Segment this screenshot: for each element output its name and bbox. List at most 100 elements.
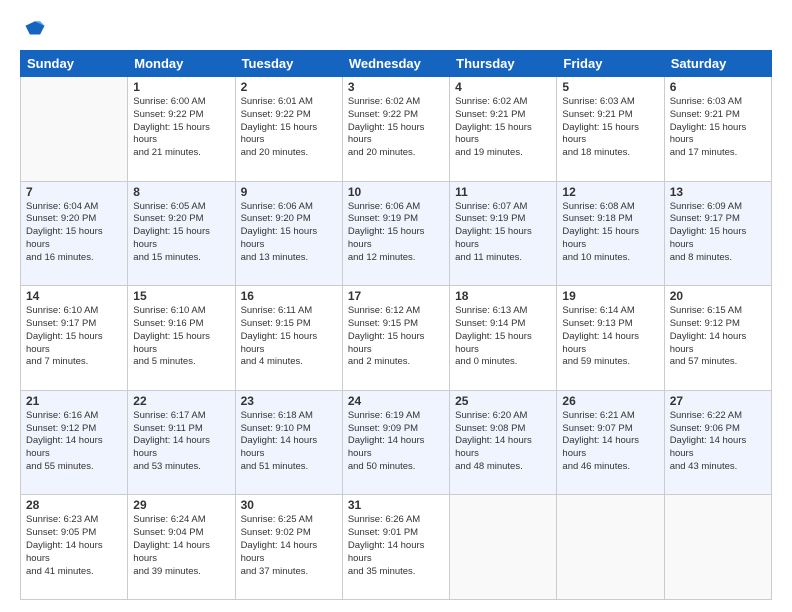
sunset-text: Sunset: 9:22 PM	[133, 109, 203, 120]
calendar-cell	[450, 495, 557, 600]
daylight-text: Daylight: 14 hours hours	[133, 540, 210, 564]
day-info: Sunrise: 6:09 AMSunset: 9:17 PMDaylight:…	[670, 201, 766, 265]
day-number: 27	[670, 394, 766, 408]
col-header-monday: Monday	[128, 51, 235, 77]
daylight-continued: and 59 minutes.	[562, 356, 630, 367]
day-info: Sunrise: 6:16 AMSunset: 9:12 PMDaylight:…	[26, 410, 122, 474]
day-number: 5	[562, 80, 658, 94]
calendar-cell: 14Sunrise: 6:10 AMSunset: 9:17 PMDayligh…	[21, 286, 128, 391]
calendar-cell: 20Sunrise: 6:15 AMSunset: 9:12 PMDayligh…	[664, 286, 771, 391]
calendar-table: SundayMondayTuesdayWednesdayThursdayFrid…	[20, 50, 772, 600]
day-info: Sunrise: 6:17 AMSunset: 9:11 PMDaylight:…	[133, 410, 229, 474]
calendar-cell: 2 Sunrise: 6:01 AMSunset: 9:22 PMDaylight…	[235, 77, 342, 182]
logo-icon	[24, 18, 46, 40]
daylight-continued: and 21 minutes.	[133, 147, 201, 158]
calendar-cell	[664, 495, 771, 600]
day-info: Sunrise: 6:08 AMSunset: 9:18 PMDaylight:…	[562, 201, 658, 265]
calendar-week-row: 14Sunrise: 6:10 AMSunset: 9:17 PMDayligh…	[21, 286, 772, 391]
col-header-tuesday: Tuesday	[235, 51, 342, 77]
daylight-text: Daylight: 15 hours hours	[670, 122, 747, 146]
calendar-week-row: 1Sunrise: 6:00 AMSunset: 9:22 PMDaylight…	[21, 77, 772, 182]
day-info: Sunrise: 6:06 AMSunset: 9:19 PMDaylight:…	[348, 201, 444, 265]
daylight-continued: and 10 minutes.	[562, 252, 630, 263]
day-number: 2	[241, 80, 337, 94]
sunset-text: Sunset: 9:17 PM	[26, 318, 96, 329]
col-header-friday: Friday	[557, 51, 664, 77]
day-number: 21	[26, 394, 122, 408]
day-info: Sunrise: 6:10 AMSunset: 9:16 PMDaylight:…	[133, 305, 229, 369]
calendar-cell: 26Sunrise: 6:21 AMSunset: 9:07 PMDayligh…	[557, 390, 664, 495]
sunset-text: Sunset: 9:19 PM	[455, 213, 525, 224]
daylight-continued: and 50 minutes.	[348, 461, 416, 472]
calendar-cell: 13Sunrise: 6:09 AMSunset: 9:17 PMDayligh…	[664, 181, 771, 286]
daylight-text: Daylight: 15 hours hours	[133, 122, 210, 146]
day-number: 7	[26, 185, 122, 199]
daylight-text: Daylight: 15 hours hours	[455, 226, 532, 250]
daylight-text: Daylight: 15 hours hours	[455, 122, 532, 146]
daylight-text: Daylight: 15 hours hours	[348, 226, 425, 250]
daylight-continued: and 39 minutes.	[133, 566, 201, 577]
daylight-text: Daylight: 14 hours hours	[562, 435, 639, 459]
daylight-text: Daylight: 14 hours hours	[670, 435, 747, 459]
day-number: 12	[562, 185, 658, 199]
day-info: Sunrise: 6:18 AMSunset: 9:10 PMDaylight:…	[241, 410, 337, 474]
sunset-text: Sunset: 9:11 PM	[133, 423, 203, 434]
daylight-text: Daylight: 14 hours hours	[562, 331, 639, 355]
day-number: 6	[670, 80, 766, 94]
daylight-continued: and 17 minutes.	[670, 147, 738, 158]
day-number: 8	[133, 185, 229, 199]
daylight-text: Daylight: 15 hours hours	[133, 331, 210, 355]
sunrise-text: Sunrise: 6:13 AM	[455, 305, 527, 316]
day-info: Sunrise: 6:19 AMSunset: 9:09 PMDaylight:…	[348, 410, 444, 474]
day-info: Sunrise: 6:01 AMSunset: 9:22 PMDaylight:…	[241, 96, 337, 160]
sunrise-text: Sunrise: 6:20 AM	[455, 410, 527, 421]
calendar-cell: 22Sunrise: 6:17 AMSunset: 9:11 PMDayligh…	[128, 390, 235, 495]
daylight-continued: and 35 minutes.	[348, 566, 416, 577]
day-info: Sunrise: 6:03 AMSunset: 9:21 PMDaylight:…	[670, 96, 766, 160]
daylight-continued: and 8 minutes.	[670, 252, 732, 263]
sunrise-text: Sunrise: 6:04 AM	[26, 201, 98, 212]
day-info: Sunrise: 6:02 AMSunset: 9:22 PMDaylight:…	[348, 96, 444, 160]
daylight-text: Daylight: 15 hours hours	[26, 331, 103, 355]
sunrise-text: Sunrise: 6:17 AM	[133, 410, 205, 421]
sunset-text: Sunset: 9:06 PM	[670, 423, 740, 434]
sunset-text: Sunset: 9:18 PM	[562, 213, 632, 224]
day-number: 25	[455, 394, 551, 408]
sunrise-text: Sunrise: 6:10 AM	[26, 305, 98, 316]
calendar-cell: 30Sunrise: 6:25 AMSunset: 9:02 PMDayligh…	[235, 495, 342, 600]
calendar-week-row: 28Sunrise: 6:23 AMSunset: 9:05 PMDayligh…	[21, 495, 772, 600]
day-info: Sunrise: 6:12 AMSunset: 9:15 PMDaylight:…	[348, 305, 444, 369]
daylight-text: Daylight: 14 hours hours	[348, 540, 425, 564]
daylight-text: Daylight: 15 hours hours	[241, 122, 318, 146]
daylight-continued: and 20 minutes.	[348, 147, 416, 158]
daylight-continued: and 43 minutes.	[670, 461, 738, 472]
sunrise-text: Sunrise: 6:09 AM	[670, 201, 742, 212]
calendar-cell: 7 Sunrise: 6:04 AMSunset: 9:20 PMDaylight…	[21, 181, 128, 286]
calendar-cell: 3 Sunrise: 6:02 AMSunset: 9:22 PMDaylight…	[342, 77, 449, 182]
sunrise-text: Sunrise: 6:12 AM	[348, 305, 420, 316]
sunrise-text: Sunrise: 6:18 AM	[241, 410, 313, 421]
calendar-cell: 31Sunrise: 6:26 AMSunset: 9:01 PMDayligh…	[342, 495, 449, 600]
sunset-text: Sunset: 9:15 PM	[348, 318, 418, 329]
day-info: Sunrise: 6:04 AMSunset: 9:20 PMDaylight:…	[26, 201, 122, 265]
day-info: Sunrise: 6:20 AMSunset: 9:08 PMDaylight:…	[455, 410, 551, 474]
daylight-continued: and 11 minutes.	[455, 252, 522, 263]
daylight-text: Daylight: 14 hours hours	[348, 435, 425, 459]
calendar-cell: 27Sunrise: 6:22 AMSunset: 9:06 PMDayligh…	[664, 390, 771, 495]
calendar-cell	[21, 77, 128, 182]
sunrise-text: Sunrise: 6:14 AM	[562, 305, 634, 316]
sunset-text: Sunset: 9:05 PM	[26, 527, 96, 538]
daylight-continued: and 4 minutes.	[241, 356, 303, 367]
daylight-text: Daylight: 15 hours hours	[562, 226, 639, 250]
day-number: 15	[133, 289, 229, 303]
daylight-text: Daylight: 14 hours hours	[26, 540, 103, 564]
day-number: 24	[348, 394, 444, 408]
day-number: 3	[348, 80, 444, 94]
sunset-text: Sunset: 9:14 PM	[455, 318, 525, 329]
daylight-text: Daylight: 14 hours hours	[670, 331, 747, 355]
calendar-cell: 4Sunrise: 6:02 AMSunset: 9:21 PMDaylight…	[450, 77, 557, 182]
calendar-week-row: 7Sunrise: 6:04 AMSunset: 9:20 PMDaylight…	[21, 181, 772, 286]
sunset-text: Sunset: 9:20 PM	[241, 213, 311, 224]
sunrise-text: Sunrise: 6:06 AM	[348, 201, 420, 212]
calendar-cell: 5Sunrise: 6:03 AMSunset: 9:21 PMDaylight…	[557, 77, 664, 182]
